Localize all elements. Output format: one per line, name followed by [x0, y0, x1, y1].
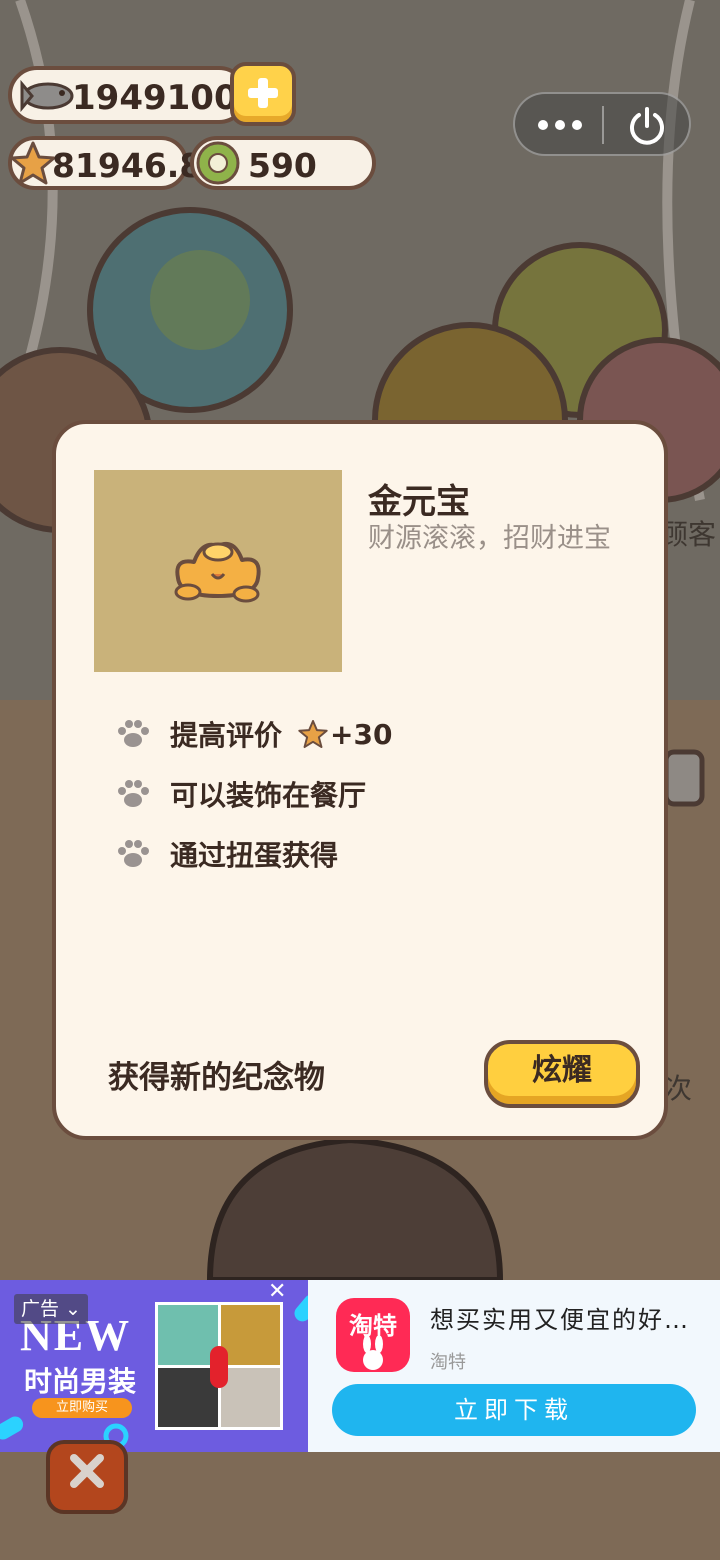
- bg-side-text-1: 顾客: [660, 518, 716, 551]
- paw-icon: [118, 780, 149, 807]
- coin-count: 590: [248, 146, 317, 185]
- paw-icon: [118, 840, 149, 867]
- feature-rating-bonus: +30: [330, 717, 393, 751]
- fish-currency-pill: 1949100: [8, 66, 248, 124]
- ad-brand: 淘特: [430, 1352, 466, 1373]
- paw-icon: [118, 720, 149, 747]
- bottom-close-button[interactable]: [46, 1440, 128, 1514]
- ad-close-icon[interactable]: ✕: [268, 1281, 288, 1303]
- power-close-icon[interactable]: [625, 104, 669, 148]
- rabbit-icon: [363, 1336, 383, 1370]
- capsule-divider: [602, 106, 604, 144]
- souvenir-modal: 金元宝 财源滚滚，招财进宝 提高评价 +30 可以装饰在餐厅 通过扭蛋获得 获得…: [52, 420, 668, 1140]
- miniprogram-capsule: [513, 92, 691, 156]
- add-currency-button[interactable]: [230, 62, 296, 126]
- bg-side-text-2: 次: [664, 1072, 692, 1105]
- ad-creative-headline: 时尚男装: [24, 1365, 137, 1398]
- feature-decorate-label: 可以装饰在餐厅: [170, 779, 367, 812]
- coin-currency-pill: 590: [190, 136, 376, 190]
- item-description: 财源滚滚，招财进宝: [368, 523, 611, 554]
- star-icon: [298, 719, 328, 749]
- ad-label-text: 广告: [21, 1298, 60, 1320]
- ad-title: 想买实用又便宜的好…: [430, 1306, 690, 1334]
- star-count: 81946.8: [52, 146, 203, 185]
- close-icon: [70, 1454, 104, 1488]
- star-icon: [10, 141, 56, 185]
- show-off-button[interactable]: 炫耀: [484, 1040, 640, 1108]
- ad-info-panel[interactable]: 淘特 想买实用又便宜的好… 淘特 立即下载: [308, 1280, 720, 1452]
- feature-rating-label: 提高评价: [170, 719, 283, 752]
- plus-icon: [248, 78, 278, 108]
- ad-creative[interactable]: NEW 时尚男装 立即购买 广告 ⌄ ✕: [0, 1280, 308, 1452]
- feature-source: 通过扭蛋获得: [116, 832, 338, 876]
- star-currency-pill: 81946.8: [8, 136, 202, 190]
- feature-source-label: 通过扭蛋获得: [170, 839, 339, 872]
- item-thumbnail: [94, 470, 342, 672]
- fish-icon: [20, 79, 74, 113]
- gold-ingot-icon: [174, 541, 261, 603]
- fish-count: 1949100: [72, 78, 238, 118]
- new-souvenir-text: 获得新的纪念物: [108, 1060, 325, 1096]
- chevron-down-icon: ⌄: [59, 1298, 81, 1320]
- ad-label[interactable]: 广告 ⌄: [14, 1294, 88, 1324]
- ad-banner[interactable]: NEW 时尚男装 立即购买 广告 ⌄ ✕ 淘特 想买实用又便宜的好… 淘特 立即…: [0, 1280, 720, 1452]
- feature-decorate: 可以装饰在餐厅: [116, 772, 366, 816]
- feature-rating: 提高评价 +30: [116, 712, 392, 756]
- taote-app-icon: 淘特: [336, 1298, 410, 1372]
- download-button[interactable]: 立即下载: [332, 1384, 696, 1436]
- ad-creative-buy-button[interactable]: 立即购买: [32, 1398, 132, 1418]
- more-options-icon[interactable]: [535, 108, 585, 142]
- coin-icon: [196, 141, 240, 185]
